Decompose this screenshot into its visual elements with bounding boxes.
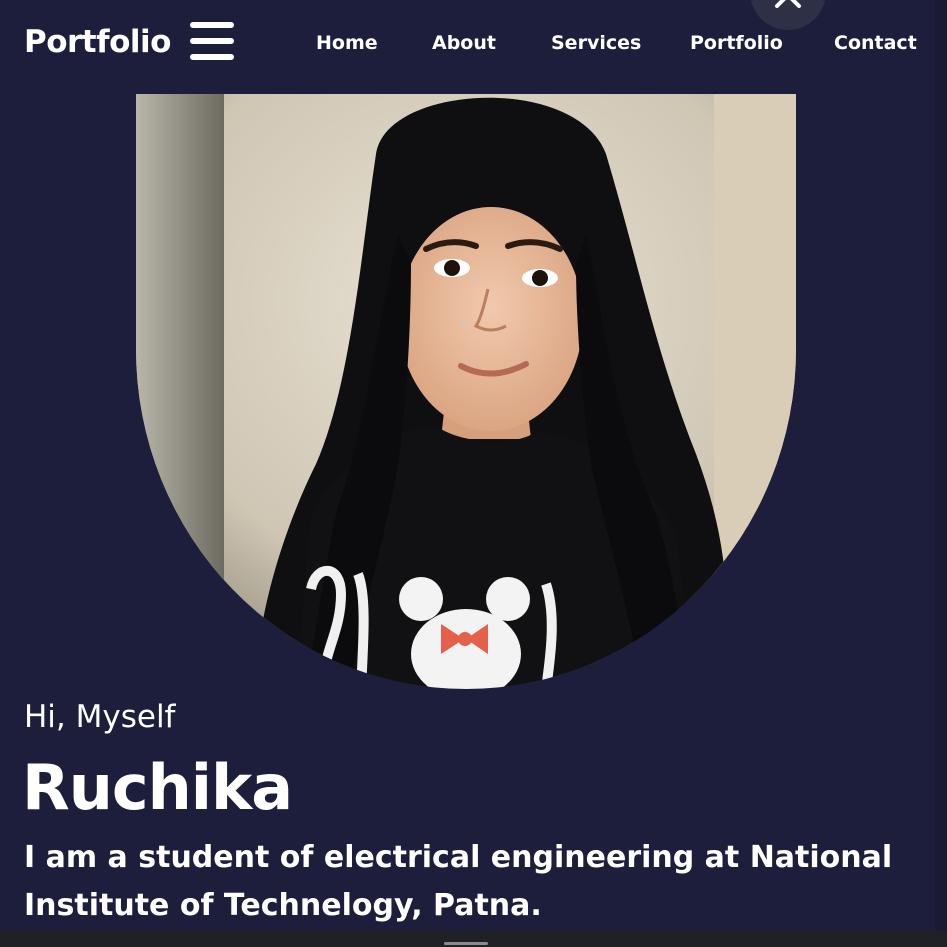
scrollbar-track[interactable]	[935, 0, 947, 931]
hero-bio: I am a student of electrical engineering…	[24, 840, 893, 923]
close-icon	[775, 0, 801, 8]
page: Portfolio Home About Services Portfolio …	[0, 0, 947, 947]
nav-link-services[interactable]: Services	[551, 28, 641, 58]
navbar: Portfolio Home About Services Portfolio …	[0, 0, 947, 86]
gesture-handle[interactable]	[444, 942, 488, 945]
hero-name: Ruchika	[22, 751, 293, 824]
nav-link-home[interactable]: Home	[316, 28, 378, 58]
profile-photo-image	[136, 94, 796, 689]
close-button[interactable]	[750, 0, 826, 30]
nav-link-portfolio[interactable]: Portfolio	[690, 28, 783, 58]
nav-link-about[interactable]: About	[432, 28, 496, 58]
hero-greeting: Hi, Myself	[24, 699, 176, 735]
nav-links: Home About Services Portfolio Contact	[0, 28, 947, 58]
nav-link-contact[interactable]: Contact	[834, 28, 917, 58]
profile-photo	[136, 94, 796, 689]
